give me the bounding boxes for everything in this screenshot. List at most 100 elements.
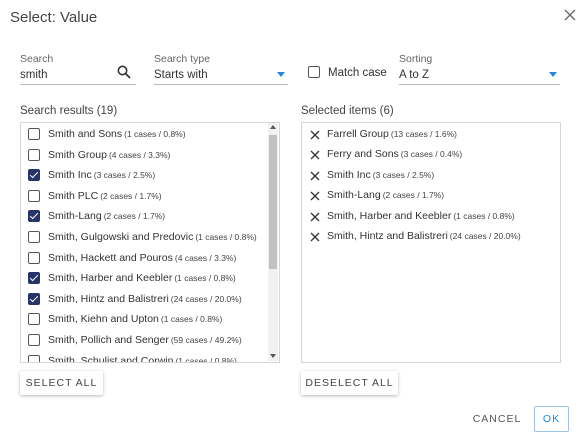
selected-row: Smith Inc (3 cases / 2.5%)	[302, 165, 560, 185]
result-name: Smith, Hackett and Pouros	[48, 251, 173, 264]
selected-row: Farrell Group (13 cases / 1.6%)	[302, 124, 560, 144]
result-count: (4 cases / 3.3%)	[174, 252, 237, 263]
scroll-down-icon[interactable]	[270, 354, 276, 358]
result-label: Smith, Schulist and Corwin (1 cases / 0.8…	[48, 354, 237, 363]
result-label: Smith, Pollich and Senger (59 cases / 49.…	[48, 334, 242, 346]
result-checkbox[interactable]	[28, 169, 40, 182]
search-label: Search	[20, 53, 54, 65]
result-row[interactable]: Smith PLC (2 cases / 1.7%)	[21, 186, 279, 206]
result-label: Smith, Gulgowski and Predovic (1 cases / …	[48, 231, 257, 243]
result-count: (1 cases / 0.8%)	[175, 355, 237, 363]
result-checkbox[interactable]	[28, 189, 40, 202]
selected-items-list: Farrell Group (13 cases / 1.6%) Ferry and …	[301, 122, 561, 363]
selected-name: Smith, Harber and Keebler	[327, 209, 452, 222]
result-checkbox[interactable]	[28, 334, 40, 346]
result-checkbox[interactable]	[28, 148, 40, 161]
result-row[interactable]: Smith Inc (3 cases / 2.5%)	[21, 165, 279, 185]
scrollbar-thumb[interactable]	[269, 135, 277, 269]
selected-count: (1 cases / 0.8%)	[453, 210, 515, 221]
result-row[interactable]: Smith, Schulist and Corwin (1 cases / 0.8…	[21, 351, 279, 363]
search-results-list: Smith and Sons (1 cases / 0.8%) Smith Grou…	[20, 122, 280, 363]
selected-label: Farrell Group (13 cases / 1.6%)	[327, 128, 457, 140]
result-row[interactable]: Smith and Sons (1 cases / 0.8%)	[21, 124, 279, 144]
result-name: Smith PLC	[48, 189, 99, 202]
scrollbar[interactable]	[268, 123, 278, 361]
selected-count: (2 cases / 1.7%)	[382, 190, 445, 201]
result-row[interactable]: Smith, Kiehn and Upton (1 cases / 0.8%)	[21, 309, 279, 329]
result-label: Smith, Hackett and Pouros (4 cases / 3.3%…	[48, 252, 236, 264]
result-name: Smith, Kiehn and Upton	[48, 313, 159, 326]
result-name: Smith, Pollich and Senger	[48, 334, 169, 346]
result-checkbox[interactable]	[28, 210, 40, 223]
result-checkbox[interactable]	[28, 354, 40, 362]
selected-count: (3 cases / 0.4%)	[400, 149, 463, 160]
cancel-button[interactable]: CANCEL	[469, 407, 525, 431]
result-row[interactable]: Smith, Hackett and Pouros (4 cases / 3.3%…	[21, 248, 279, 268]
ok-button[interactable]: OK	[534, 406, 569, 432]
chevron-down-icon[interactable]	[549, 72, 557, 77]
selected-row: Ferry and Sons (3 cases / 0.4%)	[302, 144, 560, 164]
result-checkbox[interactable]	[28, 272, 40, 285]
result-checkbox[interactable]	[28, 231, 40, 243]
result-name: Smith, Harber and Keebler	[48, 272, 173, 285]
selected-count: (24 cases / 20.0%)	[449, 231, 521, 241]
search-results-title: Search results (19)	[20, 105, 118, 117]
scroll-up-icon[interactable]	[270, 125, 276, 129]
selected-count: (13 cases / 1.6%)	[390, 129, 457, 139]
dialog-title: Select: Value	[10, 9, 98, 26]
search-icon[interactable]	[117, 65, 131, 79]
selected-items-title: Selected items (6)	[301, 105, 394, 117]
result-checkbox[interactable]	[28, 128, 40, 140]
selected-label: Smith, Harber and Keebler (1 cases / 0.8%…	[327, 210, 515, 222]
result-checkbox[interactable]	[28, 313, 40, 326]
search-type-underline	[154, 84, 288, 85]
selected-label: Smith Inc (3 cases / 2.5%)	[327, 169, 434, 181]
selected-row: Smith, Harber and Keebler (1 cases / 0.8%…	[302, 206, 560, 226]
selected-row: Smith, Hintz and Balistreri (24 cases / 2…	[302, 226, 560, 246]
match-case-label: Match case	[328, 67, 387, 79]
result-row[interactable]: Smith, Hintz and Balistreri (24 cases / 2…	[21, 289, 279, 309]
result-count: (1 cases / 0.8%)	[174, 273, 236, 284]
result-name: Smith-Lang	[48, 210, 102, 223]
sorting-select[interactable]: A to Z	[399, 69, 519, 81]
result-name: Smith Group	[48, 148, 107, 161]
search-underline	[20, 84, 136, 85]
selected-name: Ferry and Sons	[327, 148, 399, 161]
result-count: (3 cases / 2.5%)	[93, 170, 156, 181]
chevron-down-icon[interactable]	[277, 72, 285, 77]
result-label: Smith-Lang (2 cases / 1.7%)	[48, 210, 165, 222]
result-row[interactable]: Smith, Gulgowski and Predovic (1 cases / …	[21, 227, 279, 247]
result-count: (2 cases / 1.7%)	[100, 190, 162, 201]
search-type-label: Search type	[154, 53, 211, 65]
result-label: Smith Group (4 cases / 3.3%)	[48, 149, 170, 161]
result-name: Smith, Hintz and Balistreri	[48, 292, 169, 305]
search-type-select[interactable]: Starts with	[154, 69, 264, 81]
selected-count: (3 cases / 2.5%)	[372, 169, 435, 180]
result-name: Smith, Schulist and Corwin	[48, 354, 174, 363]
result-row[interactable]: Smith Group (4 cases / 3.3%)	[21, 145, 279, 165]
deselect-all-button[interactable]: DESELECT ALL	[301, 371, 398, 395]
result-count: (1 cases / 0.8%)	[124, 129, 186, 139]
close-icon[interactable]	[564, 9, 576, 23]
selected-name: Smith, Hintz and Balistreri	[327, 230, 448, 242]
result-count: (1 cases / 0.8%)	[195, 232, 257, 242]
sorting-label: Sorting	[399, 53, 433, 65]
selected-row: Smith-Lang (2 cases / 1.7%)	[302, 185, 560, 205]
result-count: (2 cases / 1.7%)	[103, 211, 166, 222]
result-label: Smith, Harber and Keebler (1 cases / 0.8%…	[48, 272, 236, 284]
result-row[interactable]: Smith-Lang (2 cases / 1.7%)	[21, 206, 279, 226]
result-checkbox[interactable]	[28, 251, 40, 264]
result-count: (59 cases / 49.2%)	[170, 335, 242, 345]
selected-label: Smith, Hintz and Balistreri (24 cases / 2…	[327, 230, 521, 242]
sorting-underline	[399, 84, 560, 85]
result-row[interactable]: Smith, Pollich and Senger (59 cases / 49.…	[21, 330, 279, 350]
result-checkbox[interactable]	[28, 292, 40, 305]
result-count: (24 cases / 20.0%)	[170, 293, 242, 304]
result-row[interactable]: Smith, Harber and Keebler (1 cases / 0.8%…	[21, 268, 279, 288]
select-all-button[interactable]: SELECT ALL	[20, 371, 103, 395]
selected-label: Ferry and Sons (3 cases / 0.4%)	[327, 148, 462, 160]
selected-name: Smith Inc	[327, 168, 371, 181]
search-input[interactable]: smith	[20, 69, 110, 81]
match-case-checkbox[interactable]	[308, 66, 320, 78]
result-label: Smith PLC (2 cases / 1.7%)	[48, 190, 162, 202]
